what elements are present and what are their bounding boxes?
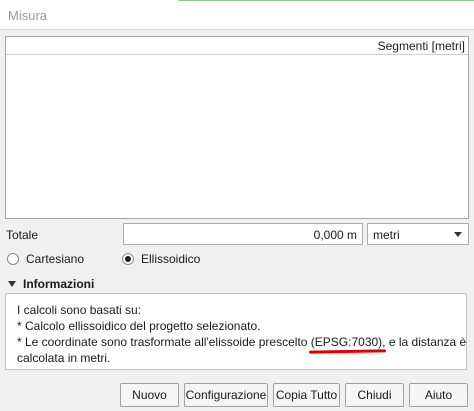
table-header[interactable]: Segmenti [metri] [6,37,468,55]
title-bar[interactable]: Misura [0,2,474,30]
help-button[interactable]: Aiuto [409,383,468,407]
close-button[interactable]: Chiudi [345,383,404,407]
radio-label-ellipsoidal[interactable]: Ellissoidico [141,252,200,266]
info-panel: I calcoli sono basati su: * Calcolo elli… [5,293,467,370]
info-section-title[interactable]: Informazioni [23,277,94,291]
info-line-2: * Calcolo ellissoidico del progetto sele… [17,319,261,333]
info-line-3-prefix: * Le coordinate sono trasformate all'eli… [17,335,311,349]
column-header-segments[interactable]: Segmenti [metri] [378,39,465,53]
total-row: Totale 0,000 m metri [5,223,469,247]
total-value: 0,000 m [313,228,357,242]
collapse-triangle-icon[interactable] [8,281,16,287]
radio-label-cartesian[interactable]: Cartesiano [26,252,84,266]
radio-button-cartesian[interactable] [7,253,19,265]
unit-dropdown[interactable]: metri [367,223,469,245]
info-line-3: * Le coordinate sono trasformate all'eli… [17,334,467,350]
window-title: Misura [8,8,48,23]
info-line-1: I calcoli sono basati su: [17,303,142,317]
total-label: Totale [6,228,39,242]
epsg-code-underlined: (EPSG:7030) [310,335,383,349]
info-text: I calcoli sono basati su: * Calcolo elli… [17,302,467,366]
radio-button-ellipsoidal[interactable] [122,253,134,265]
background-edge [178,0,474,1]
chevron-down-icon [454,232,462,237]
info-line-3-suffix: , e la distanza è [382,335,467,349]
copy-all-button[interactable]: Copia Tutto [273,383,340,407]
configuration-button[interactable]: Configurazione [184,383,268,407]
info-line-4: calcolata in metri. [17,351,111,365]
total-value-field: 0,000 m [123,223,363,245]
segments-table[interactable]: Segmenti [metri] [5,36,469,219]
new-button[interactable]: Nuovo [120,383,179,407]
unit-selected-value: metri [373,228,400,242]
